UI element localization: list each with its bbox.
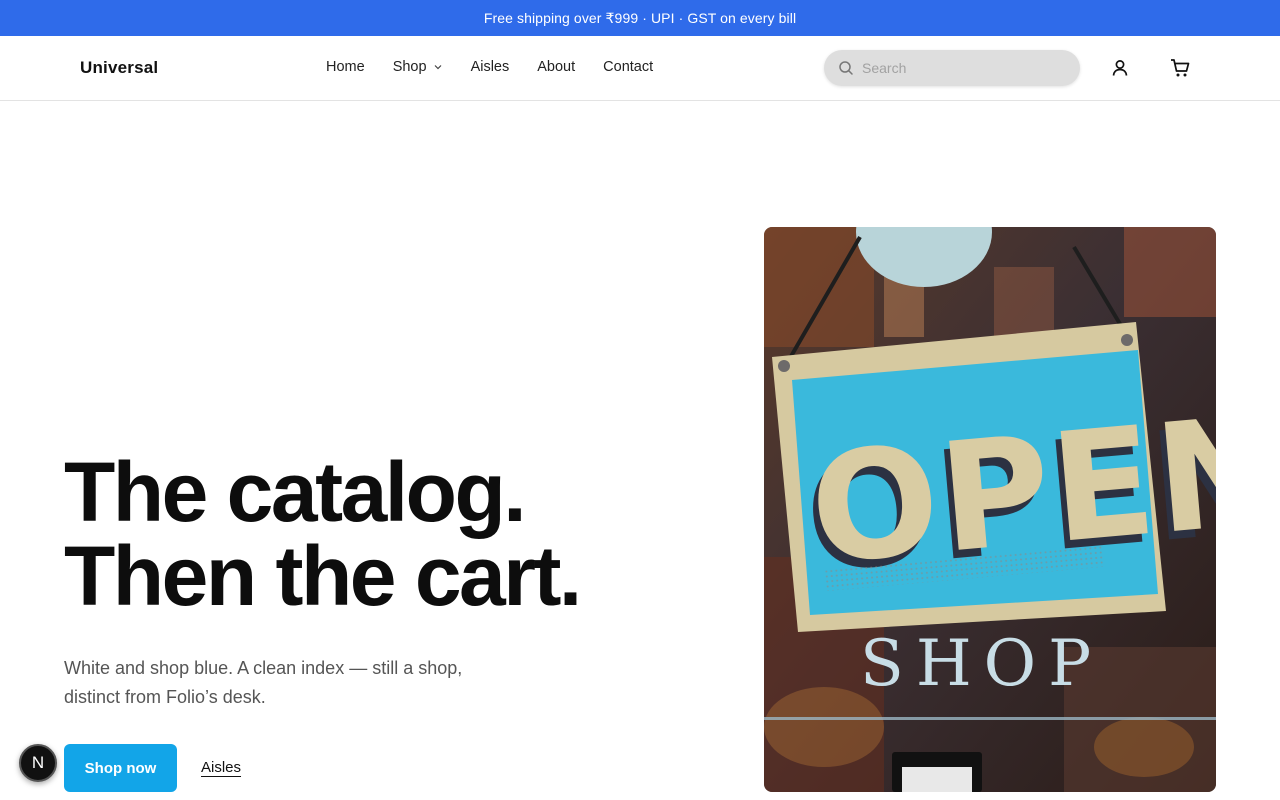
account-button[interactable] <box>1108 56 1132 80</box>
hero-image: OPEN OPEN SHOP <box>764 227 1216 792</box>
nav-shop-label: Shop <box>392 59 427 75</box>
nav-contact[interactable]: Contact <box>603 59 653 75</box>
nav-about[interactable]: About <box>537 59 575 75</box>
nav-aisles[interactable]: Aisles <box>471 59 510 75</box>
main-nav: Home Shop Aisles About Contact <box>326 59 681 75</box>
brand-logo[interactable]: Universal <box>80 58 158 78</box>
announcement-text: Free shipping over ₹999 · UPI · GST on e… <box>483 9 797 26</box>
cart-icon <box>1171 59 1190 77</box>
cart-button[interactable] <box>1168 56 1192 80</box>
hero-title: The catalog. Then the cart. <box>64 445 582 623</box>
nav-home-label: Home <box>326 59 365 75</box>
hero-title-line-2: Then the cart. <box>64 529 582 623</box>
search-input[interactable] <box>862 60 1062 76</box>
aisles-link[interactable]: Aisles <box>201 759 241 776</box>
hero-title-line-1: The catalog. <box>64 445 527 539</box>
chevron-down-icon <box>434 65 441 70</box>
nav-about-label: About <box>537 59 576 75</box>
open-shop-sign-image: OPEN OPEN SHOP <box>764 227 1216 792</box>
nav-shop[interactable]: Shop <box>393 59 443 75</box>
search-bar[interactable] <box>824 50 1080 86</box>
announcement-bar: Free shipping over ₹999 · UPI · GST on e… <box>0 0 1280 36</box>
nav-contact-label: Contact <box>603 59 654 75</box>
nav-aisles-label: Aisles <box>470 59 510 75</box>
sign-shop-text: SHOP <box>860 627 1103 701</box>
dev-badge-icon[interactable]: N <box>19 744 57 782</box>
shop-now-button[interactable]: Shop now <box>64 744 177 792</box>
search-icon <box>839 61 853 75</box>
hero-subtitle: White and shop blue. A clean index — sti… <box>64 658 463 707</box>
nav-home[interactable]: Home <box>326 59 365 75</box>
site-header: Universal Home Shop Aisles About Contact <box>0 36 1280 101</box>
account-icon <box>1112 60 1128 76</box>
